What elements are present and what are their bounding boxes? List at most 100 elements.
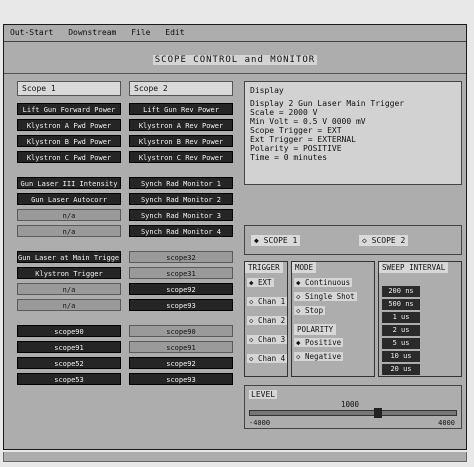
mode-option-label: Continuous — [305, 278, 351, 287]
mode-option[interactable]: ◆ Continuous — [294, 278, 353, 287]
radio-icon: ◇ — [249, 354, 259, 363]
polarity-option-label: Positive — [305, 338, 342, 347]
trigger-option-label: Chan 3 — [258, 335, 286, 344]
mode-option-label: Single Shot — [305, 292, 355, 301]
sweep-interval-button[interactable]: 10 us — [382, 351, 420, 362]
scope2-signal-button[interactable]: scope31 — [129, 267, 233, 279]
trigger-option[interactable]: ◆ EXT — [247, 278, 274, 287]
level-slider[interactable] — [249, 408, 457, 418]
scope2-signal-button[interactable]: scope92 — [129, 283, 233, 295]
menu-item-downstream[interactable]: Downstream — [68, 28, 116, 37]
scope1-signal-button[interactable]: Klystron A Fwd Power — [17, 119, 121, 131]
scope1-signal-button[interactable]: Gun Laser III Intensity — [17, 177, 121, 189]
scope1-header: Scope 1 — [17, 81, 121, 96]
display-line: Polarity = POSITIVE — [250, 144, 342, 153]
scope1-radio[interactable]: ◆ SCOPE 1 — [251, 235, 301, 246]
scope1-signal-button[interactable]: Gun Laser Autocorr — [17, 193, 121, 205]
scope2-header: Scope 2 — [129, 81, 233, 96]
scope1-signal-button[interactable]: n/a — [17, 225, 121, 237]
trigger-title: TRIGGER — [245, 262, 283, 273]
scope2-signal-button[interactable]: Klystron C Rev Power — [129, 151, 233, 163]
level-panel: LEVEL 1000 -4000 4000 — [244, 385, 462, 429]
scope-select-group: ◆ SCOPE 1 ◇ SCOPE 2 — [244, 225, 462, 255]
scope2-signal-button[interactable]: scope93 — [129, 373, 233, 385]
scope1-signal-button[interactable]: scope90 — [17, 325, 121, 337]
mode-option[interactable]: ◇ Single Shot — [294, 292, 357, 301]
scope2-signal-button[interactable]: scope90 — [129, 325, 233, 337]
polarity-option[interactable]: ◇ Negative — [294, 352, 344, 361]
radio-icon: ◇ — [249, 316, 259, 325]
scope1-signal-button[interactable]: Klystron C Fwd Power — [17, 151, 121, 163]
sweep-interval-button[interactable]: 2 us — [382, 325, 420, 336]
scope1-signal-button[interactable]: n/a — [17, 299, 121, 311]
sweep-panel: SWEEP INTERVAL 200 ns 500 ns 1 us 2 us 5 us 1… — [378, 261, 462, 377]
trigger-option-label: EXT — [258, 278, 272, 287]
scope-control-window: Out-Start Downstream File Edit SCOPE CON… — [3, 24, 467, 450]
radio-icon: ◆ — [249, 278, 259, 287]
menu-item-edit[interactable]: Edit — [165, 28, 184, 37]
scope1-signal-button[interactable]: Lift Gun Forward Power — [17, 103, 121, 115]
level-slider-thumb[interactable] — [373, 408, 382, 418]
menu-bar: Out-Start Downstream File Edit — [4, 25, 466, 42]
scope2-signal-button[interactable]: Synch Rad Monitor 2 — [129, 193, 233, 205]
polarity-title: POLARITY — [294, 324, 337, 335]
scope2-signal-button[interactable]: Synch Rad Monitor 1 — [129, 177, 233, 189]
trigger-option[interactable]: ◇ Chan 2 — [247, 316, 288, 325]
display-line: Min Volt = 0.5 V 0000 mV — [250, 117, 366, 126]
radio-icon: ◆ — [296, 338, 306, 347]
trigger-option-label: Chan 2 — [258, 316, 286, 325]
mode-option[interactable]: ◇ Stop — [294, 306, 326, 315]
scope1-signal-button[interactable]: n/a — [17, 209, 121, 221]
sweep-interval-button[interactable]: 5 us — [382, 338, 420, 349]
sweep-interval-button[interactable]: 20 us — [382, 364, 420, 375]
display-line: Ext Trigger = EXTERNAL — [250, 135, 356, 144]
scope1-signal-button[interactable]: n/a — [17, 283, 121, 295]
display-line: Time = 0 minutes — [250, 153, 328, 162]
scope2-signal-button[interactable]: scope32 — [129, 251, 233, 263]
scope1-signal-button[interactable]: scope53 — [17, 373, 121, 385]
display-line: Scale = 2000 V — [250, 108, 318, 117]
polarity-option[interactable]: ◆ Positive — [294, 338, 344, 347]
scope2-signal-button[interactable]: scope92 — [129, 357, 233, 369]
display-line: Display 2 Gun Laser Main Trigger — [250, 99, 405, 108]
level-min: -4000 — [249, 419, 271, 427]
sweep-interval-button[interactable]: 1 us — [382, 312, 420, 323]
scope2-signal-button[interactable]: Klystron A Rev Power — [129, 119, 233, 131]
trigger-option-label: Chan 1 — [258, 297, 286, 306]
radio-icon: ◇ — [296, 292, 306, 301]
mode-option-label: Stop — [305, 306, 324, 315]
scope2-signal-button[interactable]: Klystron B Rev Power — [129, 135, 233, 147]
menu-item-outstart[interactable]: Out-Start — [10, 28, 53, 37]
scope2-signal-button[interactable]: scope91 — [129, 341, 233, 353]
trigger-panel: TRIGGER ◆ EXT ◇ Chan 1 ◇ Chan 2 ◇ Chan 3 ◇ C… — [244, 261, 288, 377]
page-header: SCOPE CONTROL and MONITOR — [4, 42, 466, 74]
sweep-interval-button[interactable]: 200 ns — [382, 286, 420, 297]
scope2-signal-button[interactable]: Synch Rad Monitor 4 — [129, 225, 233, 237]
scope2-signal-button[interactable]: Lift Gun Rev Power — [129, 103, 233, 115]
trigger-option[interactable]: ◇ Chan 3 — [247, 335, 288, 344]
scope1-radio-label: SCOPE 1 — [263, 236, 298, 245]
scope1-signal-button[interactable]: Gun Laser at Main Trigger — [17, 251, 121, 263]
trigger-option[interactable]: ◇ Chan 1 — [247, 297, 288, 306]
radio-icon: ◇ — [296, 352, 306, 361]
scope2-signal-button[interactable]: scope93 — [129, 299, 233, 311]
scope1-signal-button[interactable]: scope52 — [17, 357, 121, 369]
sweep-interval-button[interactable]: 500 ns — [382, 299, 420, 310]
polarity-option-label: Negative — [305, 352, 342, 361]
menu-item-file[interactable]: File — [131, 28, 150, 37]
trigger-option[interactable]: ◇ Chan 4 — [247, 354, 288, 363]
display-line: Scope Trigger = EXT — [250, 126, 342, 135]
scope1-signal-button[interactable]: Klystron Trigger — [17, 267, 121, 279]
mode-panel: MODE ◆ Continuous ◇ Single Shot ◇ Stop POL… — [291, 261, 375, 377]
scope2-signal-button[interactable]: Synch Rad Monitor 3 — [129, 209, 233, 221]
level-value: 1000 — [341, 400, 360, 409]
page-title: SCOPE CONTROL and MONITOR — [152, 55, 318, 65]
scope1-signal-button[interactable]: scope91 — [17, 341, 121, 353]
scope-signal-panel: Scope 1 Scope 2 Lift Gun Forward Power Kl… — [17, 81, 233, 433]
radio-icon: ◇ — [249, 335, 259, 344]
trigger-option-label: Chan 4 — [258, 354, 286, 363]
scope2-radio[interactable]: ◇ SCOPE 2 — [359, 235, 409, 246]
level-max: 4000 — [438, 419, 455, 427]
display-readout: Display Display 2 Gun Laser Main Trigger S… — [244, 81, 462, 185]
scope1-signal-button[interactable]: Klystron B Fwd Power — [17, 135, 121, 147]
